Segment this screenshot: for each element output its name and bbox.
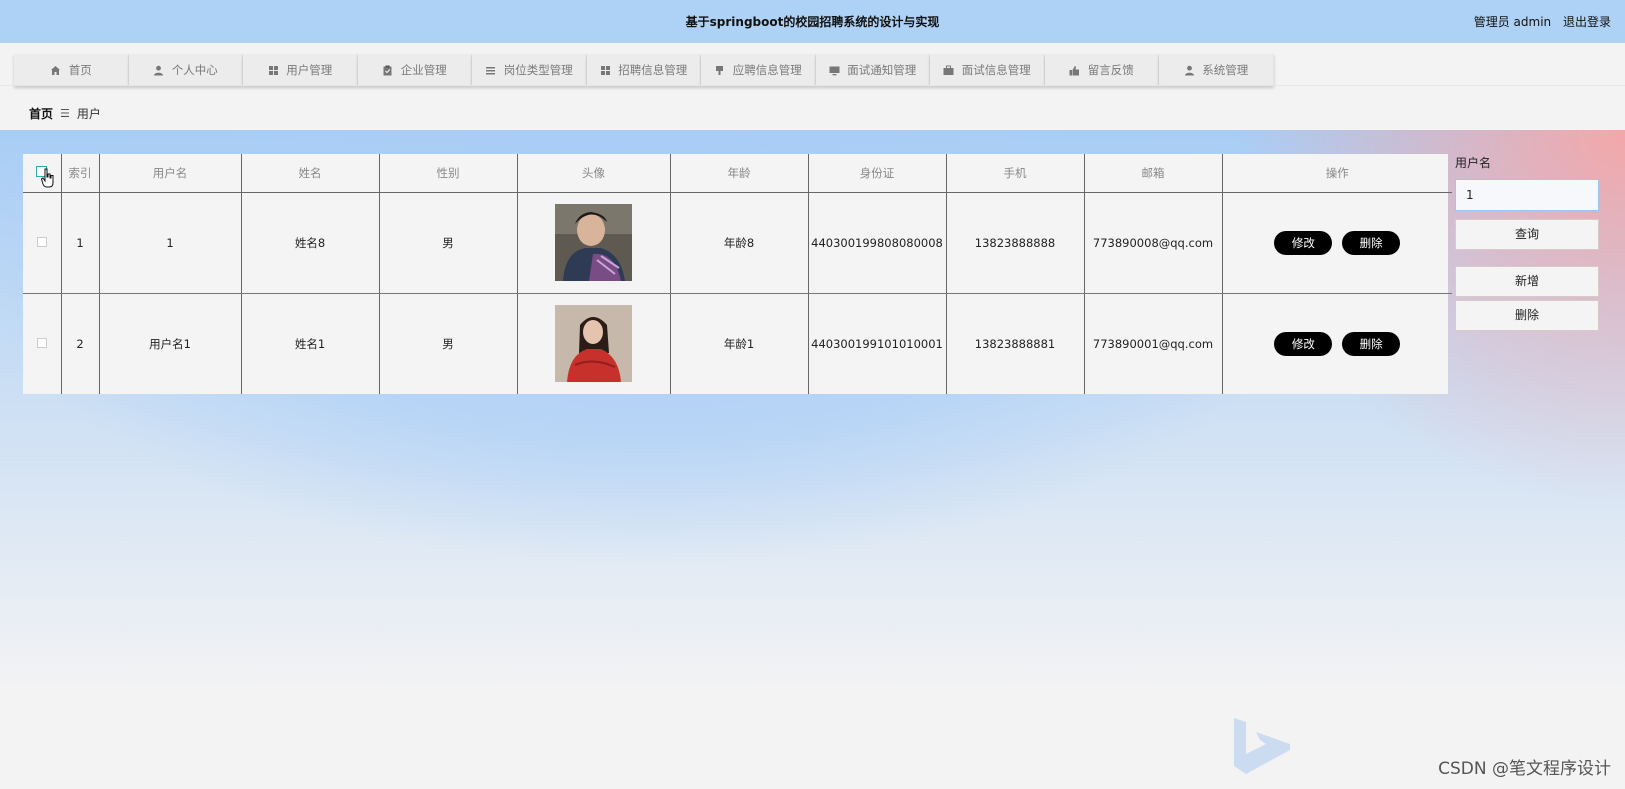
cell-avatar [516,192,670,294]
edit-button[interactable]: 修改 [1274,331,1333,356]
search-panel: 用户名 1 查询 新增 删除 [1455,154,1605,331]
column-header: 索引 [60,154,99,193]
cell-phone: 13823888888 [945,192,1084,294]
batch-delete-button[interactable]: 删除 [1455,300,1599,331]
cell-username: 用户名1 [98,293,241,394]
cell-gender: 男 [378,192,517,294]
home-icon [50,64,62,76]
breadcrumb: 首页 ☰ 用户 [29,105,101,122]
csdn-watermark: CSDN @笔文程序设计 [1438,759,1611,779]
nav-item-home[interactable]: 首页 [14,54,129,86]
nav-label: 用户管理 [286,63,333,77]
table-header-row: 索引 用户名 姓名 性别 头像 年龄 身份证 手机 邮箱 操作 [23,154,1452,193]
row-checkbox[interactable] [36,236,47,247]
clipboard-icon [382,64,394,76]
user-table: 索引 用户名 姓名 性别 头像 年龄 身份证 手机 邮箱 操作 1 1 姓名8 … [23,154,1452,394]
cell-id-card: 440300199101010001 [807,293,946,394]
nav-label: 面试通知管理 [847,63,917,77]
nav-item-recruitment-info[interactable]: 招聘信息管理 [586,54,701,86]
nav-label: 个人中心 [171,63,218,77]
nav-item-job-type-management[interactable]: 岗位类型管理 [472,54,587,86]
table-row: 2 用户名1 姓名1 男 年龄1 440300199101010001 1382… [23,293,1452,394]
cell-index: 2 [60,293,99,394]
nav-item-interview-notice[interactable]: 面试通知管理 [815,54,930,86]
cell-email: 773890008@qq.com [1083,192,1222,294]
column-header: 操作 [1221,154,1452,193]
female-avatar-image [555,305,632,383]
cell-gender: 男 [378,293,517,394]
nav-label: 岗位类型管理 [503,63,573,77]
row-checkbox[interactable] [36,337,47,348]
breadcrumb-separator: ☰ [60,107,70,120]
table-row: 1 1 姓名8 男 年龄8 440300199808080008 1382388… [23,192,1452,294]
cell-name: 姓名8 [240,192,379,294]
monitor-icon [828,64,840,76]
query-button[interactable]: 查询 [1455,219,1599,250]
bing-logo-icon [1234,718,1290,774]
search-label: 用户名 [1455,156,1492,170]
cell-phone: 13823888881 [945,293,1084,394]
breadcrumb-current: 用户 [76,107,101,121]
app-title: 基于springboot的校园招聘系统的设计与实现 [685,15,940,29]
logout-link[interactable]: 退出登录 [1563,15,1611,29]
nav-label: 首页 [68,63,92,77]
column-header: 性别 [378,154,517,193]
top-header: 基于springboot的校园招聘系统的设计与实现 管理员 admin 退出登录 [0,0,1625,43]
nav-item-personal-center[interactable]: 个人中心 [128,54,243,86]
male-avatar-image [555,204,632,281]
delete-button[interactable]: 删除 [1342,230,1401,255]
breadcrumb-home[interactable]: 首页 [29,105,53,122]
main-nav: 首页 个人中心 用户管理 企业管理 岗位类型管理 招聘信息管理 应聘信息管理 面… [14,54,1274,86]
column-header: 年龄 [669,154,808,193]
cell-index: 1 [60,192,99,294]
nav-label: 企业管理 [400,63,447,77]
nav-label: 面试信息管理 [961,63,1031,77]
nav-divider [0,85,1625,86]
hand-cursor-icon [41,168,54,188]
list-icon [485,64,497,76]
column-header: 邮箱 [1083,154,1222,193]
cell-name: 姓名1 [240,293,379,394]
column-header: 身份证 [807,154,946,193]
add-button[interactable]: 新增 [1455,266,1599,297]
cell-email: 773890001@qq.com [1083,293,1222,394]
column-header: 用户名 [98,154,241,193]
nav-label: 应聘信息管理 [732,63,802,77]
row-select-cell[interactable] [23,192,61,294]
nav-item-user-management[interactable]: 用户管理 [243,54,358,86]
nav-item-application-info[interactable]: 应聘信息管理 [701,54,816,86]
cell-age: 年龄1 [669,293,808,394]
user-area: 管理员 admin 退出登录 [1466,13,1611,30]
person-icon [153,64,165,76]
column-header: 头像 [516,154,670,193]
pin-icon [714,64,726,76]
nav-item-interview-info[interactable]: 面试信息管理 [930,54,1045,86]
cell-avatar [516,293,670,394]
grid-icon [599,64,611,76]
cell-actions: 修改 删除 [1221,192,1452,294]
grid-icon [267,64,279,76]
cell-username: 1 [98,192,241,294]
user-table-container: 索引 用户名 姓名 性别 头像 年龄 身份证 手机 邮箱 操作 1 1 姓名8 … [23,154,1452,394]
nav-item-feedback[interactable]: 留言反馈 [1044,54,1159,86]
admin-label: 管理员 admin [1473,15,1552,29]
cell-id-card: 440300199808080008 [807,192,946,294]
column-header: 姓名 [240,154,379,193]
edit-button[interactable]: 修改 [1274,230,1333,255]
delete-button[interactable]: 删除 [1342,331,1401,356]
nav-item-company-management[interactable]: 企业管理 [357,54,472,86]
person-icon [1183,64,1195,76]
row-select-cell[interactable] [23,293,61,394]
username-search-input[interactable]: 1 [1455,179,1599,211]
cell-actions: 修改 删除 [1221,293,1452,394]
nav-item-system-management[interactable]: 系统管理 [1159,54,1274,86]
nav-label: 系统管理 [1202,63,1249,77]
nav-label: 招聘信息管理 [618,63,688,77]
cell-age: 年龄8 [669,192,808,294]
nav-label: 留言反馈 [1087,63,1134,77]
thumbs-up-icon [1069,64,1081,76]
briefcase-icon [943,64,955,76]
column-header: 手机 [945,154,1084,193]
